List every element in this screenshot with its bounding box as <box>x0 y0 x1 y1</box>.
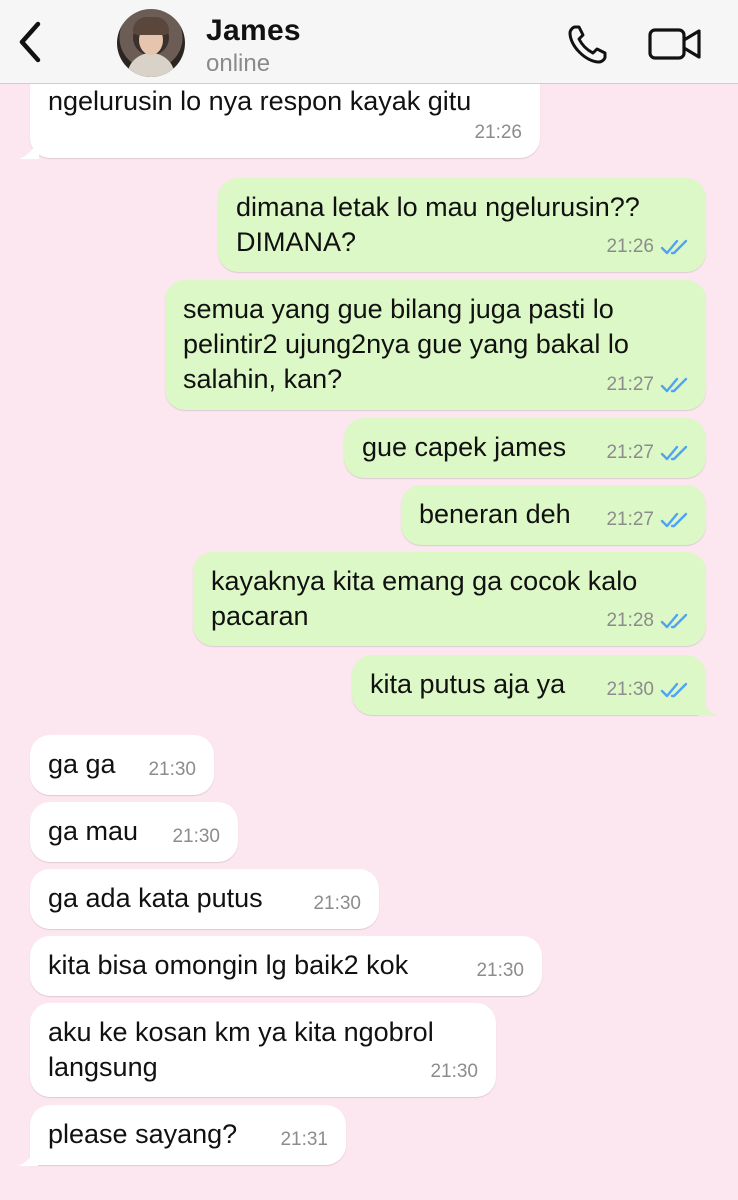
message-time: 21:26 <box>474 122 522 143</box>
video-camera-icon[interactable] <box>648 26 702 62</box>
message-text: aku ke kosan km ya kita ngobrol langsung <box>48 1017 434 1082</box>
message-incoming[interactable]: ga mau 21:30 <box>30 802 238 862</box>
chat-header: James online <box>0 0 738 84</box>
message-time: 21:30 <box>476 960 524 981</box>
message-incoming[interactable]: aku ke kosan km ya kita ngobrol langsung… <box>30 1003 496 1097</box>
read-receipt-icon <box>660 613 688 628</box>
message-outgoing[interactable]: gue capek james 21:27 <box>344 418 706 478</box>
bubble-tail <box>698 696 718 716</box>
message-outgoing[interactable]: beneran deh 21:27 <box>401 485 706 545</box>
message-outgoing[interactable]: kita putus aja ya 21:30 <box>352 655 718 716</box>
message-text: ngelurusin lo nya respon kayak gitu <box>48 86 472 116</box>
chevron-left-icon[interactable] <box>14 20 46 64</box>
contact-status: online <box>206 50 271 77</box>
message-outgoing[interactable]: kayaknya kita emang ga cocok kalo pacara… <box>193 552 706 646</box>
bubble-tail <box>18 1146 38 1166</box>
message-outgoing[interactable]: semua yang gue bilang juga pasti lo peli… <box>165 280 706 410</box>
contact-name[interactable]: James <box>206 14 301 48</box>
bubble-tail <box>19 139 39 159</box>
message-time: 21:27 <box>606 509 654 530</box>
message-time: 21:26 <box>606 236 654 257</box>
avatar[interactable] <box>117 9 185 77</box>
message-time: 21:28 <box>606 610 654 631</box>
read-receipt-icon <box>660 239 688 254</box>
read-receipt-icon <box>660 512 688 527</box>
message-time: 21:30 <box>148 759 196 780</box>
message-incoming[interactable]: kita bisa omongin lg baik2 kok 21:30 <box>30 936 542 996</box>
read-receipt-icon <box>660 682 688 697</box>
message-outgoing[interactable]: dimana letak lo mau ngelurusin?? DIMANA?… <box>218 178 706 272</box>
message-time: 21:27 <box>606 374 654 395</box>
phone-icon[interactable] <box>566 22 610 66</box>
read-receipt-icon <box>660 445 688 460</box>
message-incoming[interactable]: ga ga 21:30 <box>30 735 214 795</box>
message-time: 21:30 <box>313 893 361 914</box>
message-time: 21:30 <box>606 679 654 700</box>
message-incoming[interactable]: please sayang? 21:31 <box>18 1105 346 1166</box>
message-time: 21:30 <box>430 1061 478 1082</box>
message-time: 21:27 <box>606 442 654 463</box>
message-text: kita bisa omongin lg baik2 kok <box>48 950 409 980</box>
message-incoming[interactable]: ga ada kata putus 21:30 <box>30 869 379 929</box>
message-time: 21:31 <box>280 1129 328 1150</box>
read-receipt-icon <box>660 377 688 392</box>
message-time: 21:30 <box>172 826 220 847</box>
